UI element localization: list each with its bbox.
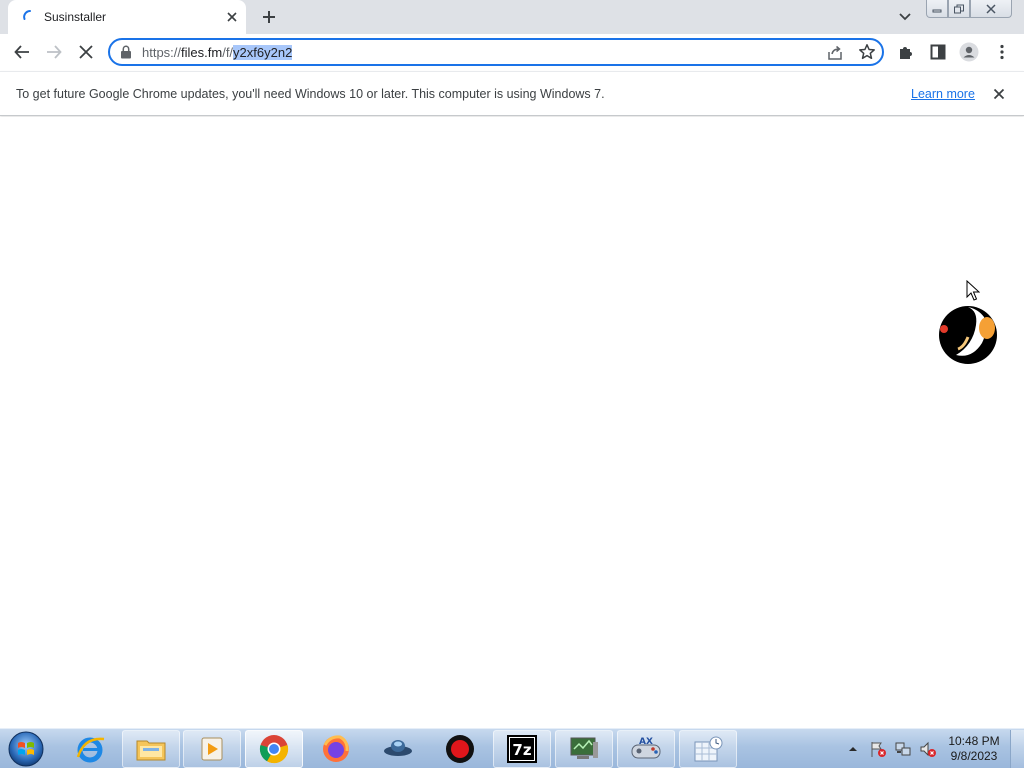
restore-button[interactable]: [948, 0, 970, 18]
chevron-up-icon: [849, 747, 857, 751]
extensions-button[interactable]: [896, 42, 916, 62]
clock-date: 9/8/2023: [950, 749, 998, 763]
taskbar-clock[interactable]: 10:48 PM 9/8/2023: [944, 734, 1004, 764]
side-panel-button[interactable]: [928, 42, 948, 62]
update-infobar: To get future Google Chrome updates, you…: [0, 71, 1024, 116]
chevron-down-icon[interactable]: [896, 9, 914, 25]
new-tab-icon[interactable]: [259, 7, 279, 27]
flag-error-icon: [871, 742, 886, 757]
windows-taskbar: 7z AX 10:48 PM 9/8/2023: [0, 728, 1024, 768]
system-tray: [842, 730, 942, 768]
monitor-app-icon: [570, 737, 598, 759]
file-explorer-icon: [136, 740, 166, 761]
profile-button[interactable]: [959, 42, 979, 62]
restore-icon: [954, 4, 964, 13]
taskbar-7zip[interactable]: 7z: [493, 730, 551, 768]
menu-button[interactable]: [992, 42, 1012, 62]
taskbar-ie[interactable]: [61, 730, 119, 768]
7zip-icon: 7z: [507, 735, 537, 763]
url-path-prefix: /f/: [222, 45, 234, 60]
internet-explorer-icon: [76, 737, 105, 763]
taskbar-monitor-app[interactable]: [555, 730, 613, 768]
side-panel-icon: [930, 44, 946, 60]
window-controls: [926, 0, 1012, 20]
show-hidden-icons-button[interactable]: [842, 738, 864, 760]
back-button[interactable]: [12, 42, 32, 62]
media-player-icon: [201, 737, 223, 761]
taskbar-ufo-app[interactable]: [369, 730, 427, 768]
url-text[interactable]: https://files.fm/f/y2xf6y2n2: [142, 45, 293, 60]
bookmark-star-icon[interactable]: [858, 43, 876, 61]
avatar-icon: [959, 42, 979, 62]
taskbar-gamepad-app[interactable]: AX: [617, 730, 675, 768]
url-host: files.fm: [181, 45, 223, 60]
browser-toolbar: https://files.fm/f/y2xf6y2n2: [0, 34, 1024, 71]
ufo-app-icon: [384, 740, 412, 756]
page-content: [0, 117, 1024, 728]
loading-spinner-icon: [23, 10, 31, 20]
tab-title: Susinstaller: [44, 10, 107, 24]
calendar-clock-icon: [694, 736, 723, 762]
record-icon: [446, 735, 474, 763]
windows-orb-icon: [8, 731, 44, 767]
browser-tab[interactable]: Susinstaller: [8, 0, 246, 34]
show-desktop-button[interactable]: [1010, 730, 1024, 768]
chrome-icon: [259, 735, 289, 764]
taskbar-chrome[interactable]: [245, 730, 303, 768]
taskbar-recorder[interactable]: [431, 730, 489, 768]
close-tab-icon[interactable]: [224, 9, 240, 25]
puzzle-icon: [900, 47, 912, 59]
back-arrow-icon: [14, 45, 29, 59]
url-selected-path: y2xf6y2n2: [233, 45, 293, 60]
forward-arrow-icon: [47, 45, 62, 59]
bouncing-ball-icon: [939, 306, 997, 364]
tab-strip: Susinstaller: [0, 0, 1024, 34]
stop-icon: [79, 45, 93, 59]
taskbar-explorer[interactable]: [122, 730, 180, 768]
close-window-button[interactable]: [970, 0, 1012, 18]
clock-time: 10:48 PM: [948, 734, 1000, 748]
mouse-cursor-icon: [966, 280, 980, 301]
network-button[interactable]: [892, 738, 914, 760]
learn-more-link[interactable]: Learn more: [911, 87, 975, 101]
taskbar-calendar-app[interactable]: [679, 730, 737, 768]
action-center-button[interactable]: [867, 738, 889, 760]
lock-icon: [121, 45, 131, 59]
stop-loading-button[interactable]: [76, 42, 96, 62]
svg-text:AX: AX: [639, 737, 653, 747]
address-bar[interactable]: https://files.fm/f/y2xf6y2n2: [108, 38, 884, 66]
svg-text:7z: 7z: [512, 741, 531, 759]
volume-button[interactable]: [917, 738, 939, 760]
forward-button[interactable]: [44, 42, 64, 62]
firefox-icon: [323, 735, 349, 762]
close-icon: [986, 3, 996, 14]
url-scheme: https://: [142, 45, 182, 60]
infobar-message: To get future Google Chrome updates, you…: [16, 87, 605, 101]
close-infobar-icon[interactable]: [991, 86, 1007, 102]
network-icon: [895, 742, 911, 756]
taskbar-media-player[interactable]: [183, 730, 241, 768]
kebab-menu-icon: [1000, 44, 1004, 60]
volume-muted-icon: [920, 741, 936, 757]
minimize-icon: [932, 9, 942, 12]
gamepad-app-icon: AX: [631, 737, 661, 759]
minimize-button[interactable]: [926, 0, 948, 18]
taskbar-firefox[interactable]: [307, 730, 365, 768]
start-button[interactable]: [6, 730, 46, 768]
share-icon[interactable]: [826, 44, 844, 62]
